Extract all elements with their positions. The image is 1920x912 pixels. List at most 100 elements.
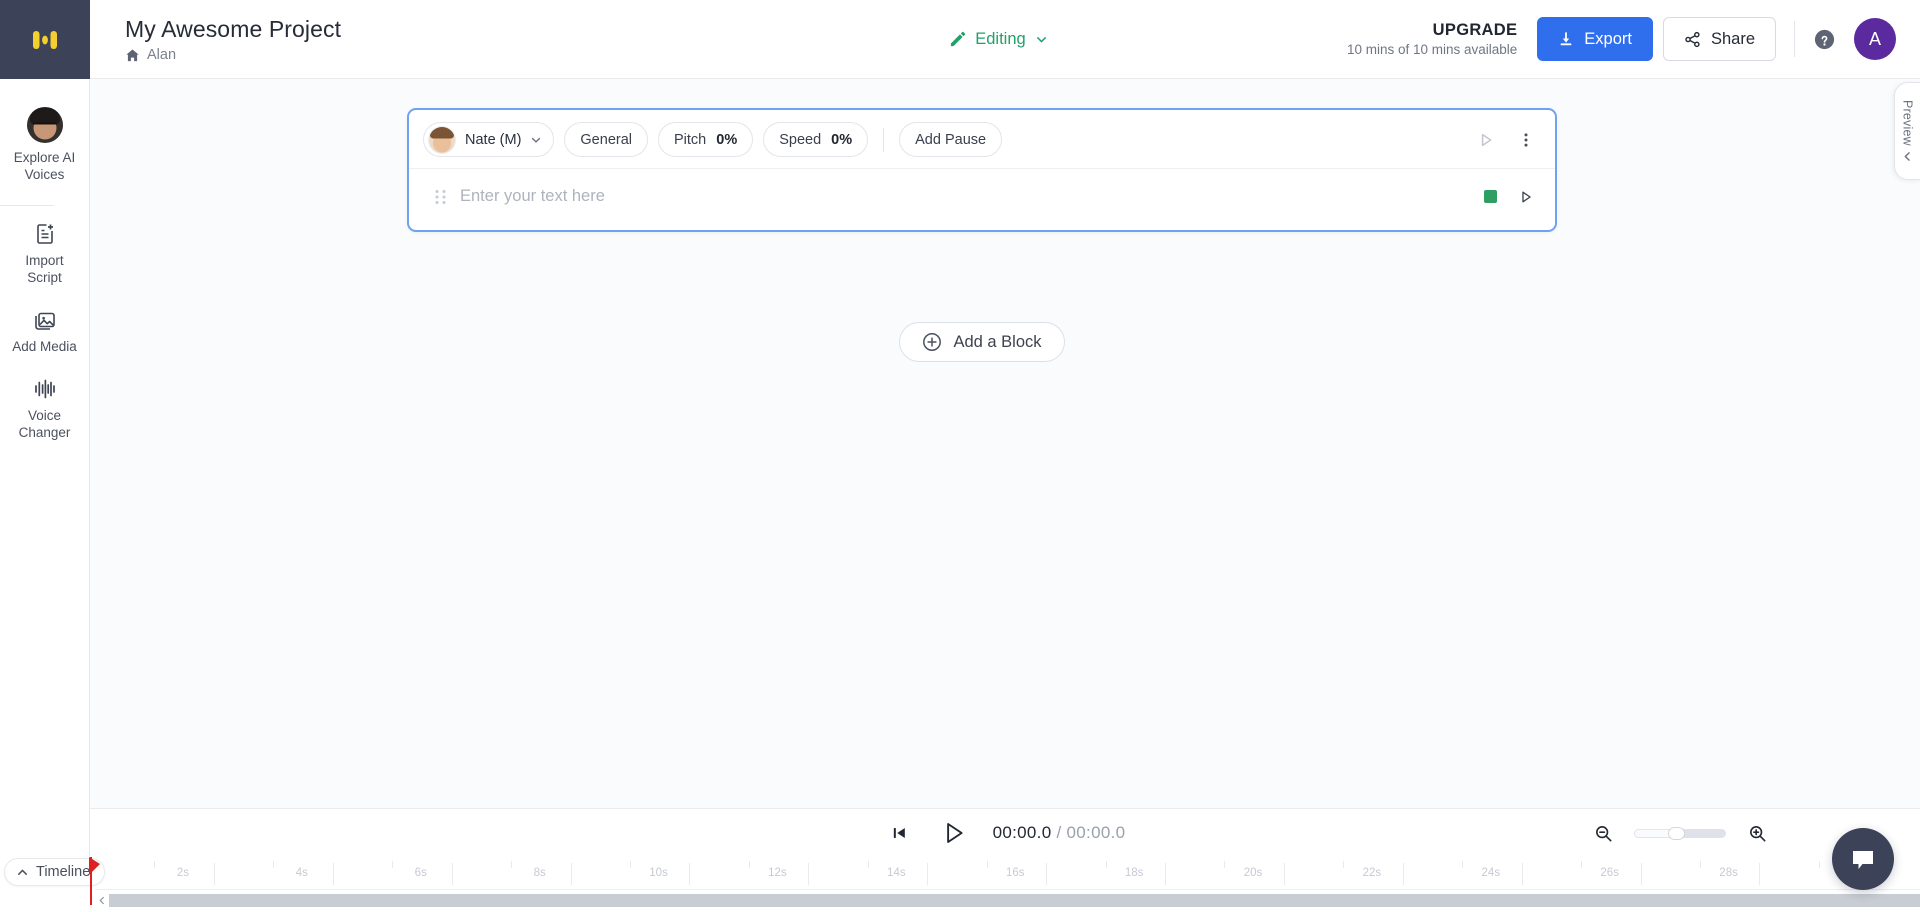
pitch-control[interactable]: Pitch 0% bbox=[658, 122, 754, 157]
timeline-tick-minor bbox=[867, 861, 869, 868]
timeline-tick-label: 12s bbox=[768, 867, 787, 879]
sidebar-label-line1: Import bbox=[25, 253, 64, 268]
mode-selector[interactable]: Editing bbox=[941, 24, 1055, 55]
timeline-ruler[interactable]: 2s4s6s8s10s12s14s16s18s20s22s24s26s28s30… bbox=[95, 857, 1920, 890]
share-button[interactable]: Share bbox=[1662, 17, 1776, 61]
add-block-button[interactable]: Add a Block bbox=[899, 322, 1065, 362]
sidebar-item-explore-ai-voices[interactable]: Explore AI Voices bbox=[0, 97, 89, 195]
skip-to-start-button[interactable] bbox=[885, 818, 915, 848]
app-logo[interactable] bbox=[0, 0, 90, 79]
timeline-tick-minor bbox=[273, 861, 275, 868]
block-toolbar: Nate (M) General Pitch 0% Speed 0% Add P… bbox=[409, 110, 1555, 168]
timeline-tick-minor bbox=[1700, 861, 1702, 868]
home-icon bbox=[126, 49, 139, 61]
chevron-up-icon bbox=[18, 868, 27, 875]
preview-panel-toggle[interactable]: Preview bbox=[1894, 82, 1920, 180]
timeline-tick-label: 16s bbox=[1005, 867, 1025, 879]
sidebar-item-label: Import Script bbox=[25, 252, 63, 286]
share-icon bbox=[1685, 31, 1700, 47]
timeline-scroll-track[interactable] bbox=[109, 894, 1920, 907]
timeline-scrollbar[interactable] bbox=[95, 894, 1920, 907]
timeline-tick-minor bbox=[511, 861, 513, 868]
timeline-tick-minor bbox=[1105, 861, 1107, 868]
help-circle-icon bbox=[1814, 29, 1835, 49]
timeline-tick-label: 26s bbox=[1600, 867, 1619, 879]
row-play-button[interactable] bbox=[1511, 182, 1541, 212]
skip-to-start-icon bbox=[893, 828, 905, 838]
breadcrumb[interactable]: Alan bbox=[125, 47, 650, 63]
zoom-in-button[interactable] bbox=[1742, 818, 1772, 848]
sidebar-label-line2: Voices bbox=[24, 167, 65, 182]
speed-label: Speed bbox=[779, 131, 822, 148]
add-pause-label: Add Pause bbox=[915, 131, 987, 148]
upgrade-info[interactable]: UPGRADE 10 mins of 10 mins available bbox=[1347, 21, 1517, 57]
timeline-tick-major bbox=[1640, 863, 1642, 885]
sidebar-item-voice-changer[interactable]: Voice Changer bbox=[0, 367, 89, 453]
user-avatar[interactable]: A bbox=[1854, 18, 1896, 60]
timeline-tick-minor bbox=[1581, 861, 1583, 868]
block-more-menu[interactable] bbox=[1511, 125, 1541, 155]
timeline-tick-major bbox=[1759, 863, 1761, 885]
sidebar-label-line2: Changer bbox=[18, 425, 71, 440]
editor-canvas: Nate (M) General Pitch 0% Speed 0% Add P… bbox=[90, 79, 1920, 808]
podcastle-logo-icon bbox=[32, 30, 57, 49]
timeline-toggle-label: Timeline bbox=[36, 864, 91, 880]
timeline-tick-minor bbox=[1224, 861, 1226, 868]
timeline-tick-label: 18s bbox=[1124, 867, 1144, 879]
add-pause-button[interactable]: Add Pause bbox=[899, 122, 1003, 157]
play-button[interactable] bbox=[937, 816, 971, 850]
avatar-initial: A bbox=[1868, 28, 1881, 49]
timeline-tick-major bbox=[570, 863, 572, 885]
sidebar-item-add-media[interactable]: Add Media bbox=[0, 298, 89, 367]
playhead-marker bbox=[89, 857, 100, 875]
script-block[interactable]: Nate (M) General Pitch 0% Speed 0% Add P… bbox=[407, 108, 1557, 232]
upgrade-quota: 10 mins of 10 mins available bbox=[1346, 42, 1518, 57]
timeline-tick-major bbox=[1402, 863, 1404, 885]
voice-selector[interactable]: Nate (M) bbox=[423, 122, 555, 157]
share-label: Share bbox=[1710, 29, 1755, 48]
mode-label: Editing bbox=[975, 29, 1026, 48]
sidebar-items: Explore AI Voices Import Script Add Medi… bbox=[0, 79, 89, 453]
timeline-tick-label: 6s bbox=[414, 867, 427, 879]
drag-dots-icon bbox=[435, 189, 446, 204]
chat-support-button[interactable] bbox=[1832, 828, 1894, 890]
chevron-left-icon bbox=[1904, 152, 1910, 162]
timeline-tick-label: 4s bbox=[295, 867, 308, 879]
preview-label: Preview bbox=[1900, 99, 1915, 146]
export-button[interactable]: Export bbox=[1537, 17, 1653, 61]
timeline-scroll-left[interactable] bbox=[95, 894, 109, 907]
zoom-out-icon bbox=[1595, 825, 1612, 842]
zoom-slider[interactable] bbox=[1634, 826, 1726, 840]
stop-square-icon[interactable] bbox=[1484, 190, 1497, 203]
timeline-tick-major bbox=[332, 863, 334, 885]
voice-style-label: General bbox=[580, 131, 632, 148]
zoom-slider-fill bbox=[1634, 828, 1672, 838]
sidebar-item-label: Voice Changer bbox=[19, 407, 71, 441]
timeline-tick-label: 10s bbox=[649, 867, 668, 879]
pencil-icon bbox=[951, 31, 966, 46]
timeline-tick-major bbox=[1283, 863, 1285, 885]
drag-handle[interactable] bbox=[435, 189, 446, 205]
voice-style-selector[interactable]: General bbox=[564, 122, 648, 157]
total-time: 00:00.0 bbox=[1066, 823, 1126, 842]
speed-control[interactable]: Speed 0% bbox=[763, 122, 869, 157]
sidebar-item-import-script[interactable]: Import Script bbox=[0, 212, 89, 298]
add-block-area: Add a Block bbox=[407, 322, 1557, 362]
canvas-scrollbar[interactable] bbox=[1911, 89, 1918, 798]
toolbar-divider bbox=[883, 127, 885, 152]
timeline-tick-label: 24s bbox=[1481, 867, 1501, 879]
zoom-slider-handle[interactable] bbox=[1668, 826, 1686, 840]
play-icon bbox=[947, 823, 963, 843]
timeline-tick-label: 2s bbox=[176, 867, 190, 879]
timeline-tick-minor bbox=[1818, 861, 1820, 868]
script-text-input[interactable] bbox=[460, 187, 1470, 206]
timeline: Timeline 2s 4s 6s 8s 10s 12s 14s 16s 18s 20s 22s 24… bbox=[0, 857, 1920, 912]
help-button[interactable] bbox=[1813, 28, 1836, 51]
add-block-label: Add a Block bbox=[953, 332, 1042, 351]
timeline-tick-major bbox=[1046, 863, 1048, 885]
timeline-playhead[interactable] bbox=[89, 857, 100, 905]
left-sidebar: Explore AI Voices Import Script Add Medi… bbox=[0, 0, 90, 912]
zoom-out-button[interactable] bbox=[1588, 818, 1618, 848]
timeline-tick-minor bbox=[748, 861, 750, 868]
block-play-button[interactable] bbox=[1471, 125, 1501, 155]
